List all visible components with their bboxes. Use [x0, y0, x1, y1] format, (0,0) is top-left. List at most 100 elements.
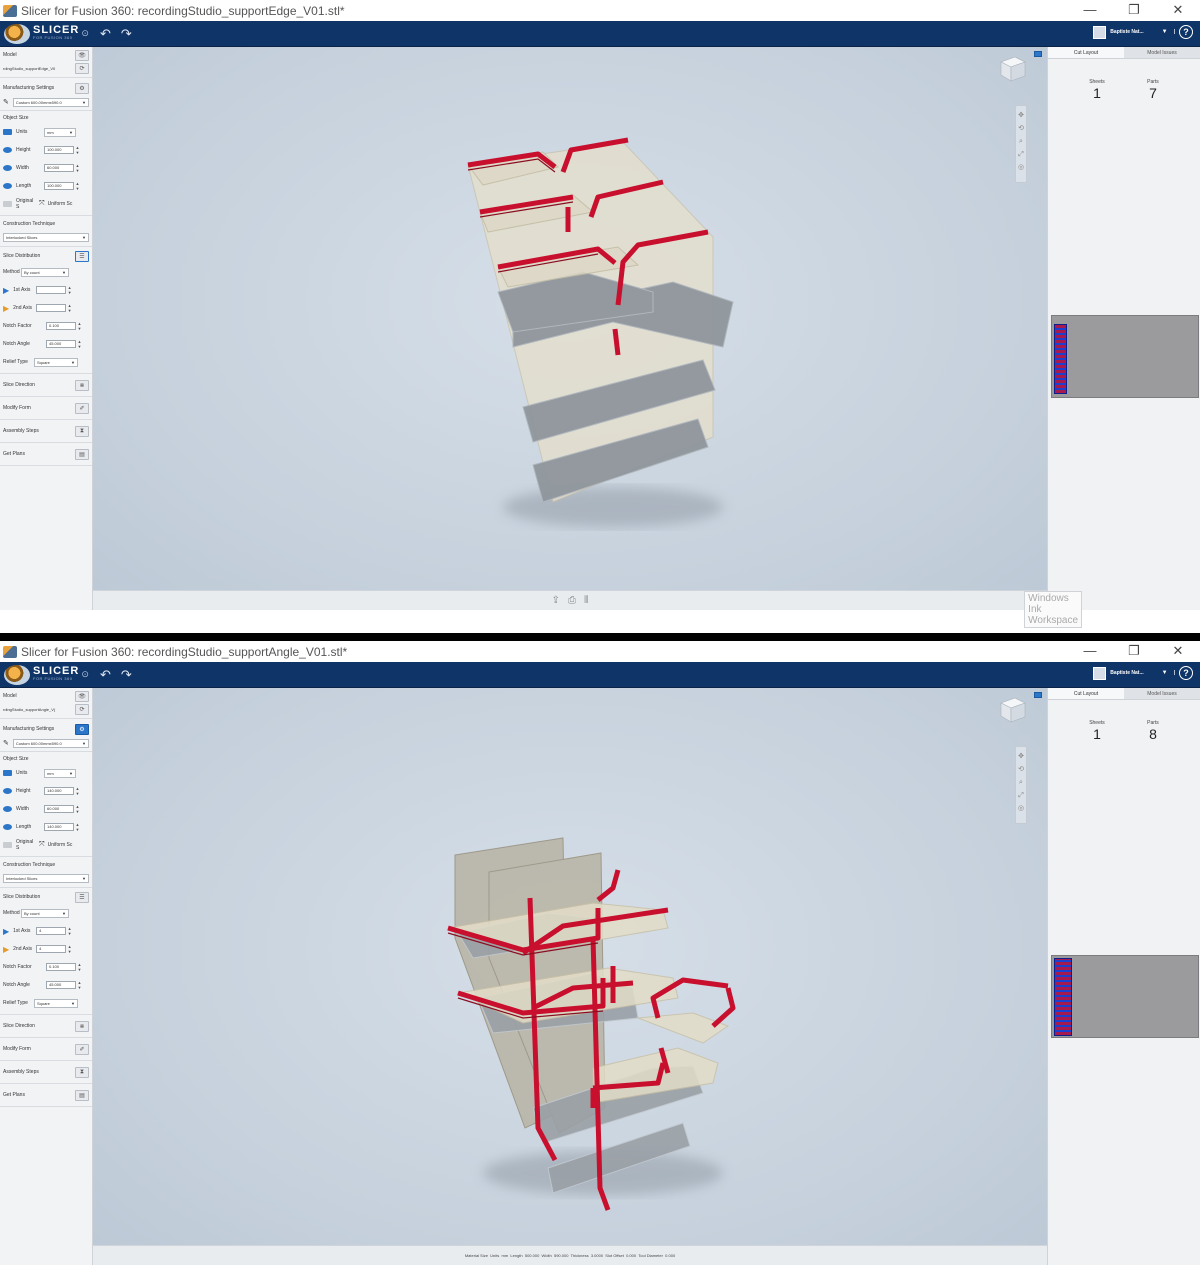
- uniform-scale-icon[interactable]: ⤧: [39, 841, 45, 849]
- manufacturing-dropdown[interactable]: Custom 600.00mmx590.0: [12, 738, 89, 748]
- notch-factor-stepper[interactable]: ▲ ▼: [77, 962, 82, 972]
- original-scale-icon[interactable]: [3, 201, 12, 207]
- axis1-stepper[interactable]: ▲ ▼: [67, 926, 72, 936]
- settings-icon[interactable]: ⊙: [81, 28, 89, 39]
- modify-form-icon[interactable]: ✐: [75, 402, 89, 414]
- minimize-button[interactable]: —: [1068, 0, 1112, 21]
- minimize-button[interactable]: —: [1068, 641, 1112, 662]
- relief-dropdown[interactable]: Square: [34, 998, 78, 1008]
- get-plans-label[interactable]: Get Plans: [3, 451, 75, 457]
- list-icon[interactable]: ☰: [75, 250, 89, 262]
- tab-model-issues[interactable]: Model Issues: [1124, 47, 1200, 58]
- assembly-steps-label[interactable]: Assembly Steps: [3, 428, 75, 434]
- technique-dropdown[interactable]: Interlocked Slices: [3, 232, 89, 242]
- units-dropdown[interactable]: mm: [44, 127, 76, 137]
- assembly-steps-label[interactable]: Assembly Steps: [3, 1069, 75, 1075]
- help-icon[interactable]: ?: [1179, 25, 1193, 39]
- original-scale-icon[interactable]: [3, 842, 12, 848]
- notch-angle-input[interactable]: 45.000: [46, 981, 76, 989]
- axis2-stepper[interactable]: ▲ ▼: [67, 944, 72, 954]
- method-dropdown[interactable]: By count: [21, 267, 69, 277]
- height-stepper[interactable]: ▲ ▼: [75, 145, 80, 155]
- gear-icon[interactable]: ⚙: [75, 723, 89, 735]
- 3d-viewport[interactable]: ✥ ⟲ ⌕ ⤢ ◎: [93, 47, 1047, 610]
- width-input[interactable]: 60.000: [44, 164, 74, 172]
- tab-cut-layout[interactable]: Cut Layout: [1048, 688, 1124, 699]
- chevron-down-icon[interactable]: ▼: [1162, 670, 1168, 676]
- modify-form-icon[interactable]: ✐: [75, 1043, 89, 1055]
- user-menu[interactable]: Baptiste Nat... ▼ | ?: [1093, 25, 1193, 39]
- grid-icon[interactable]: ⦀: [584, 595, 588, 606]
- eye-icon[interactable]: 👁: [75, 690, 89, 702]
- length-input[interactable]: 100.000: [44, 182, 74, 190]
- width-stepper[interactable]: ▲ ▼: [75, 804, 80, 814]
- 3d-viewport[interactable]: ✥ ⟲ ⌕ ⤢ ◎: [93, 688, 1047, 1265]
- app-window-2: Slicer for Fusion 360: recordingStudio_s…: [0, 641, 1200, 1265]
- notch-factor-label: Notch Factor: [3, 964, 32, 970]
- list-icon[interactable]: ☰: [75, 891, 89, 903]
- redo-icon[interactable]: ↷: [121, 667, 132, 683]
- windows-ink-button[interactable]: Windows Ink Workspace: [1024, 591, 1082, 628]
- gear-icon[interactable]: ⚙: [75, 82, 89, 94]
- get-plans-icon[interactable]: ▤: [75, 448, 89, 460]
- close-button[interactable]: ✕: [1156, 641, 1200, 662]
- modify-form-label[interactable]: Modify Form: [3, 1046, 75, 1052]
- refresh-icon[interactable]: ⟳: [75, 62, 89, 74]
- axis2-stepper[interactable]: ▲ ▼: [67, 303, 72, 313]
- eye-icon[interactable]: 👁: [75, 49, 89, 61]
- slice-direction-icon[interactable]: ⧻: [75, 1020, 89, 1032]
- modify-form-label[interactable]: Modify Form: [3, 405, 75, 411]
- notch-angle-input[interactable]: 45.000: [46, 340, 76, 348]
- chevron-down-icon[interactable]: ▼: [1162, 29, 1168, 35]
- get-plans-label[interactable]: Get Plans: [3, 1092, 75, 1098]
- restore-button[interactable]: ❐: [1112, 0, 1156, 21]
- export-icon[interactable]: ⇪: [552, 595, 560, 606]
- undo-icon[interactable]: ↶: [100, 26, 111, 42]
- method-dropdown[interactable]: By count: [21, 908, 69, 918]
- undo-icon[interactable]: ↶: [100, 667, 111, 683]
- axis1-input[interactable]: 4: [36, 927, 67, 935]
- sheet-preview[interactable]: [1051, 955, 1199, 1038]
- notch-angle-stepper[interactable]: ▲ ▼: [77, 339, 82, 349]
- pencil-icon[interactable]: ✎: [3, 739, 9, 747]
- restore-button[interactable]: ❐: [1112, 641, 1156, 662]
- get-plans-icon[interactable]: ▤: [75, 1089, 89, 1101]
- height-input[interactable]: 100.000: [44, 146, 74, 154]
- technique-dropdown[interactable]: Interlocked Slices: [3, 873, 89, 883]
- assembly-steps-icon[interactable]: ⧗: [75, 1066, 89, 1078]
- print-icon[interactable]: ⎙: [568, 595, 576, 606]
- notch-factor-input[interactable]: 0.100: [46, 963, 76, 971]
- refresh-icon[interactable]: ⟳: [75, 703, 89, 715]
- slice-direction-icon[interactable]: ⧻: [75, 379, 89, 391]
- axis2-input[interactable]: [36, 304, 67, 312]
- uniform-scale-icon[interactable]: ⤧: [39, 200, 45, 208]
- length-stepper[interactable]: ▲ ▼: [75, 181, 80, 191]
- height-stepper[interactable]: ▲ ▼: [75, 786, 80, 796]
- axis1-input[interactable]: [36, 286, 67, 294]
- redo-icon[interactable]: ↷: [121, 26, 132, 42]
- tab-model-issues[interactable]: Model Issues: [1124, 688, 1200, 699]
- sheet-preview[interactable]: [1051, 315, 1199, 398]
- length-input[interactable]: 140.000: [44, 823, 74, 831]
- notch-factor-input[interactable]: 0.100: [46, 322, 76, 330]
- notch-factor-stepper[interactable]: ▲ ▼: [77, 321, 82, 331]
- assembly-steps-icon[interactable]: ⧗: [75, 425, 89, 437]
- width-stepper[interactable]: ▲ ▼: [75, 163, 80, 173]
- units-dropdown[interactable]: mm: [44, 768, 76, 778]
- settings-icon[interactable]: ⊙: [81, 669, 89, 680]
- manufacturing-dropdown[interactable]: Custom 600.00mmx590.0: [12, 97, 89, 107]
- tab-cut-layout[interactable]: Cut Layout: [1048, 47, 1124, 58]
- notch-angle-stepper[interactable]: ▲ ▼: [77, 980, 82, 990]
- slice-direction-label[interactable]: Slice Direction: [3, 382, 75, 388]
- relief-dropdown[interactable]: Square: [34, 357, 78, 367]
- height-input[interactable]: 140.000: [44, 787, 74, 795]
- close-button[interactable]: ✕: [1156, 0, 1200, 21]
- slice-direction-label[interactable]: Slice Direction: [3, 1023, 75, 1029]
- user-menu[interactable]: Baptiste Nat... ▼ | ?: [1093, 666, 1193, 680]
- help-icon[interactable]: ?: [1179, 666, 1193, 680]
- axis2-input[interactable]: 4: [36, 945, 67, 953]
- pencil-icon[interactable]: ✎: [3, 98, 9, 106]
- width-input[interactable]: 60.000: [44, 805, 74, 813]
- length-stepper[interactable]: ▲ ▼: [75, 822, 80, 832]
- axis1-stepper[interactable]: ▲ ▼: [67, 285, 72, 295]
